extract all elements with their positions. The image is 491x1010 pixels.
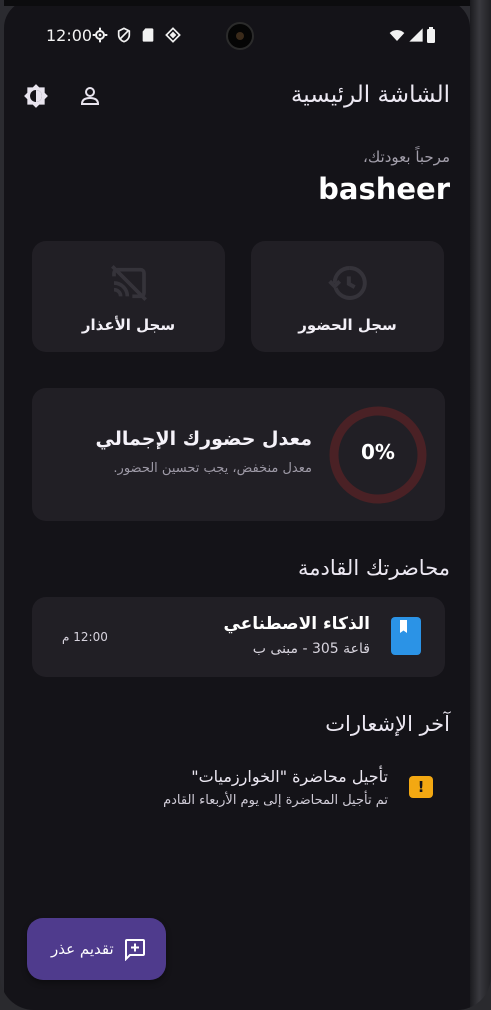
lecture-title: الذكاء الاصطناعي: [223, 614, 370, 634]
device-frame: 12:00 الشاشة الرئيسية مرحباً بعودتك، bas…: [0, 0, 491, 1010]
excuses-log-label: سجل الأعذار: [81, 316, 176, 334]
welcome-greeting: مرحباً بعودتك،: [363, 148, 450, 166]
submit-excuse-label: تقديم عذر: [51, 940, 114, 958]
lecture-room: قاعة 305 - مبنى ب: [252, 641, 370, 657]
wifi-icon: [389, 30, 405, 41]
battery-icon: [427, 27, 435, 43]
attendance-rate-title: معدل حضورك الإجمالي: [95, 428, 312, 450]
warning-icon: !: [409, 776, 433, 798]
notification-body: تم تأجيل المحاضرة إلى يوم الأربعاء القاد…: [163, 793, 388, 808]
notifications-heading: آخر الإشعارات: [325, 712, 450, 736]
page-title: الشاشة الرئيسية: [290, 82, 450, 108]
add-box-icon: [125, 939, 145, 961]
notification-title: تأجيل محاضرة "الخوارزميات": [191, 767, 388, 786]
attendance-rate-subtitle: معدل منخفض، يجب تحسين الحضور.: [113, 461, 312, 476]
shield-icon: [117, 27, 131, 43]
vpn-icon: [165, 27, 181, 43]
app-screen: 12:00 الشاشة الرئيسية مرحباً بعودتك، bas…: [4, 0, 491, 1010]
cast-off-icon: [110, 265, 147, 301]
attendance-rate-card: 0% معدل حضورك الإجمالي معدل منخفض، يجب ت…: [32, 388, 445, 521]
status-time: 12:00: [46, 26, 93, 45]
attendance-log-card[interactable]: سجل الحضور: [251, 241, 444, 352]
excuses-log-card[interactable]: سجل الأعذار: [32, 241, 225, 352]
lecture-time: 12:00 م: [62, 630, 108, 644]
front-camera: [226, 22, 254, 50]
sd-card-icon: [142, 28, 154, 42]
status-bar: 12:00: [4, 22, 470, 52]
book-icon: [391, 617, 421, 655]
upcoming-lecture-heading: محاضرتك القادمة: [298, 556, 450, 580]
theme-toggle-icon[interactable]: [22, 82, 50, 110]
attendance-log-label: سجل الحضور: [298, 316, 397, 334]
attendance-rate-value: 0%: [361, 440, 395, 464]
top-bezel: [4, 0, 491, 6]
signal-icon: [409, 28, 423, 42]
gear-icon: [92, 27, 108, 43]
history-icon: [327, 265, 367, 300]
profile-icon[interactable]: [76, 82, 104, 110]
user-name: basheer: [318, 172, 450, 206]
submit-excuse-button[interactable]: تقديم عذر: [27, 918, 166, 980]
device-side-bezel: [470, 0, 491, 1010]
